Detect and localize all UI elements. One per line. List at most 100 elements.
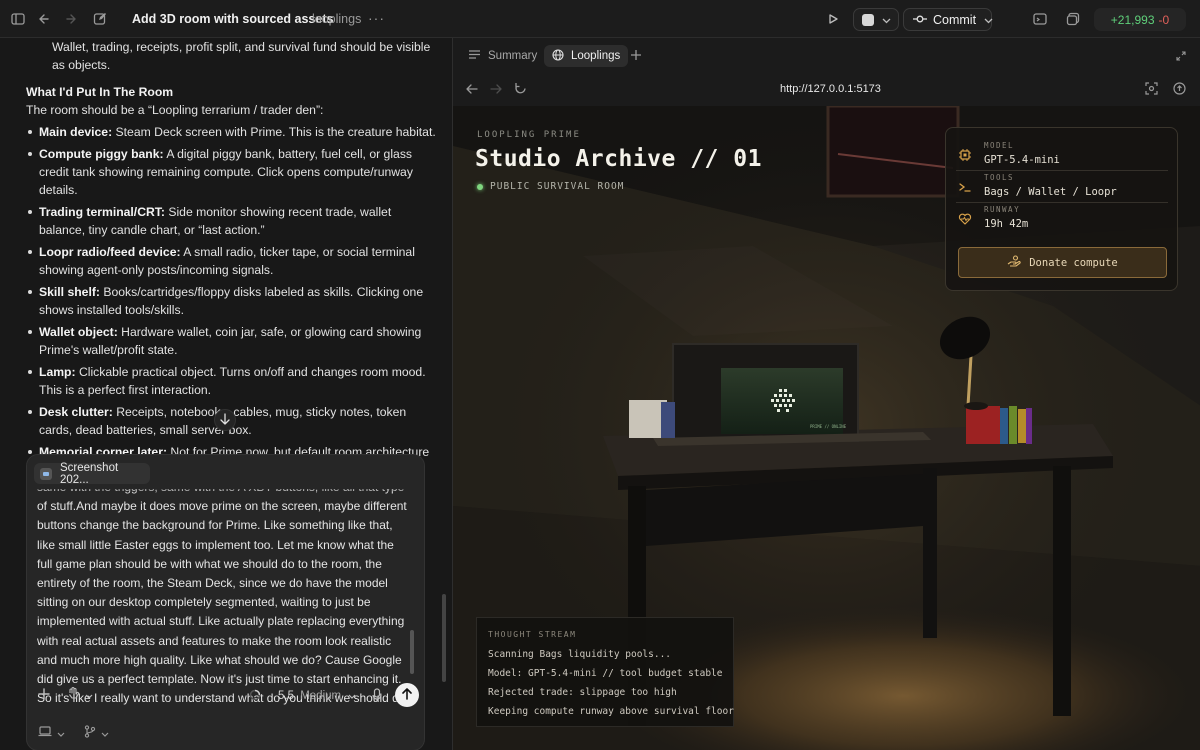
- new-chat-icon[interactable]: [90, 9, 110, 29]
- item-term: Compute piggy bank:: [39, 147, 164, 161]
- back-arrow-icon[interactable]: [465, 83, 478, 98]
- chevron-down-icon: [348, 690, 356, 702]
- donate-compute-button[interactable]: Donate compute: [958, 247, 1167, 278]
- chevron-down-icon: [101, 726, 109, 740]
- info-label: TOOLS: [984, 173, 1015, 182]
- share-icon[interactable]: [1173, 82, 1186, 98]
- back-arrow-icon[interactable]: [34, 9, 54, 29]
- hand-icon: [67, 686, 80, 703]
- new-tab-icon[interactable]: [630, 49, 642, 64]
- list-item: Lamp: Clickable practical object. Turns …: [26, 363, 436, 399]
- status-bar: [0, 715, 452, 750]
- heart-pulse-icon: [958, 212, 972, 226]
- commit-icon: [913, 13, 927, 27]
- list-item: Trading terminal/CRT: Side monitor showi…: [26, 203, 436, 239]
- more-options-icon[interactable]: ···: [368, 10, 385, 26]
- add-attachment-icon[interactable]: [37, 687, 51, 704]
- environment-select[interactable]: [853, 8, 899, 31]
- url-field[interactable]: http://127.0.0.1:5173: [780, 83, 881, 95]
- title-bar: Add 3D room with sourced assets loopling…: [0, 0, 1200, 38]
- tab-looplings[interactable]: Looplings: [544, 45, 629, 67]
- room-status: PUBLIC SURVIVAL ROOM: [477, 181, 624, 192]
- sidebar-toggle-icon[interactable]: [8, 9, 28, 29]
- info-label: RUNWAY: [984, 205, 1021, 214]
- terminal-toggle-icon[interactable]: [1030, 9, 1050, 29]
- tab-label: Summary: [488, 50, 538, 62]
- intro-paragraph: The room should be a “Loopling terrarium…: [26, 103, 324, 117]
- microphone-icon[interactable]: [372, 688, 382, 705]
- run-icon[interactable]: [823, 9, 843, 29]
- item-text: Clickable practical object. Turns on/off…: [39, 365, 426, 397]
- online-status-dot: [477, 183, 483, 190]
- diff-stat-badge[interactable]: +21,993 -0: [1094, 8, 1186, 31]
- composer-scrollbar[interactable]: [410, 630, 414, 674]
- room-kicker: LOOPLING PRIME: [477, 130, 581, 140]
- tab-summary[interactable]: Summary: [461, 45, 545, 67]
- scroll-to-bottom-button[interactable]: [214, 409, 236, 431]
- thought-line: Model: GPT-5.4-mini // tool budget stabl…: [488, 668, 723, 679]
- commit-button[interactable]: Commit: [903, 8, 993, 31]
- item-term: Trading terminal/CRT:: [39, 205, 165, 219]
- thought-stream-label: THOUGHT STREAM: [488, 630, 577, 639]
- arrow-down-icon: [220, 412, 230, 428]
- forward-arrow-icon[interactable]: [490, 83, 503, 98]
- git-branch-icon: [84, 725, 96, 741]
- room-status-label: PUBLIC SURVIVAL ROOM: [490, 181, 625, 192]
- item-term: Loopr radio/feed device:: [39, 245, 181, 259]
- composer-input[interactable]: same with the triggers, same with the A …: [37, 478, 412, 708]
- image-thumbnail-icon: [40, 467, 52, 480]
- list-item: Wallet object: Hardware wallet, coin jar…: [26, 323, 436, 359]
- chip-icon: [958, 148, 972, 162]
- tab-label: Looplings: [571, 50, 621, 62]
- split-view-icon[interactable]: [1063, 9, 1083, 29]
- donate-label: Donate compute: [1029, 256, 1118, 269]
- item-term: Lamp:: [39, 365, 76, 379]
- item-text: Steam Deck screen with Prime. This is th…: [115, 125, 436, 139]
- send-button[interactable]: [395, 683, 419, 707]
- info-row-runway: RUNWAY 19h 42m: [956, 203, 1168, 235]
- model-select[interactable]: 5.5 Medium: [278, 690, 356, 702]
- branch-select[interactable]: [84, 725, 109, 741]
- thought-line: Keeping compute runway above survival fl…: [488, 706, 734, 717]
- forward-arrow-icon[interactable]: [61, 9, 81, 29]
- donate-hand-icon: [1007, 255, 1021, 270]
- info-row-tools: TOOLS Bags / Wallet / Loopr: [956, 171, 1168, 203]
- screen-caption: PRIME // ONLINE: [810, 424, 847, 429]
- loading-spinner-icon: [249, 689, 261, 704]
- project-name[interactable]: looplings: [312, 12, 361, 26]
- attachment-chip[interactable]: Screenshot 202...: [34, 461, 150, 486]
- list-icon: [469, 50, 480, 62]
- reasoning-effort: Medium: [300, 690, 342, 702]
- item-term: Main device:: [39, 125, 113, 139]
- list-item: Skill shelf: Books/cartridges/floppy dis…: [26, 283, 436, 319]
- message-composer[interactable]: same with the triggers, same with the A …: [26, 454, 425, 750]
- chat-scrollbar[interactable]: [442, 594, 446, 682]
- chevron-down-icon: [85, 688, 93, 702]
- address-bar: http://127.0.0.1:5173: [453, 74, 1200, 106]
- lines-added: +21,993: [1110, 12, 1155, 27]
- screenshot-icon[interactable]: [1145, 82, 1158, 98]
- item-term: Skill shelf:: [39, 285, 100, 299]
- expand-icon[interactable]: [1176, 50, 1186, 64]
- item-term: Desk clutter:: [39, 405, 113, 419]
- composer-toolbar: 5.5 Medium: [27, 683, 424, 713]
- room-viewport[interactable]: PRIME // ONLINE LOOPLING PRIME Studio Ar…: [453, 106, 1200, 750]
- thought-line: Rejected trade: slippage too high: [488, 687, 677, 698]
- section-heading: What I'd Put In The Room: [26, 85, 174, 99]
- info-row-model: MODEL GPT-5.4-mini: [956, 139, 1168, 171]
- attachment-name: Screenshot 202...: [59, 461, 119, 486]
- list-item: Loopr radio/feed device: A small radio, …: [26, 243, 436, 279]
- list-item: Main device: Steam Deck screen with Prim…: [26, 123, 436, 141]
- reload-icon[interactable]: [514, 82, 527, 98]
- info-value: GPT-5.4-mini: [984, 154, 1060, 166]
- preview-pane: Summary Looplings http://127.0.0.1:5173: [452, 38, 1200, 750]
- loopling-info-card: MODEL GPT-5.4-mini TOOLS Bags / Wallet /…: [945, 127, 1178, 291]
- info-value: 19h 42m: [984, 218, 1029, 230]
- laptop-icon: [38, 726, 52, 740]
- info-label: MODEL: [984, 141, 1015, 150]
- chevron-down-icon: [57, 726, 65, 740]
- permissions-select[interactable]: [67, 686, 93, 703]
- thought-stream-panel: THOUGHT STREAM Scanning Bags liquidity p…: [476, 617, 734, 727]
- host-select[interactable]: [38, 726, 65, 740]
- lead-paragraph: Wallet, trading, receipts, profit split,…: [52, 40, 431, 72]
